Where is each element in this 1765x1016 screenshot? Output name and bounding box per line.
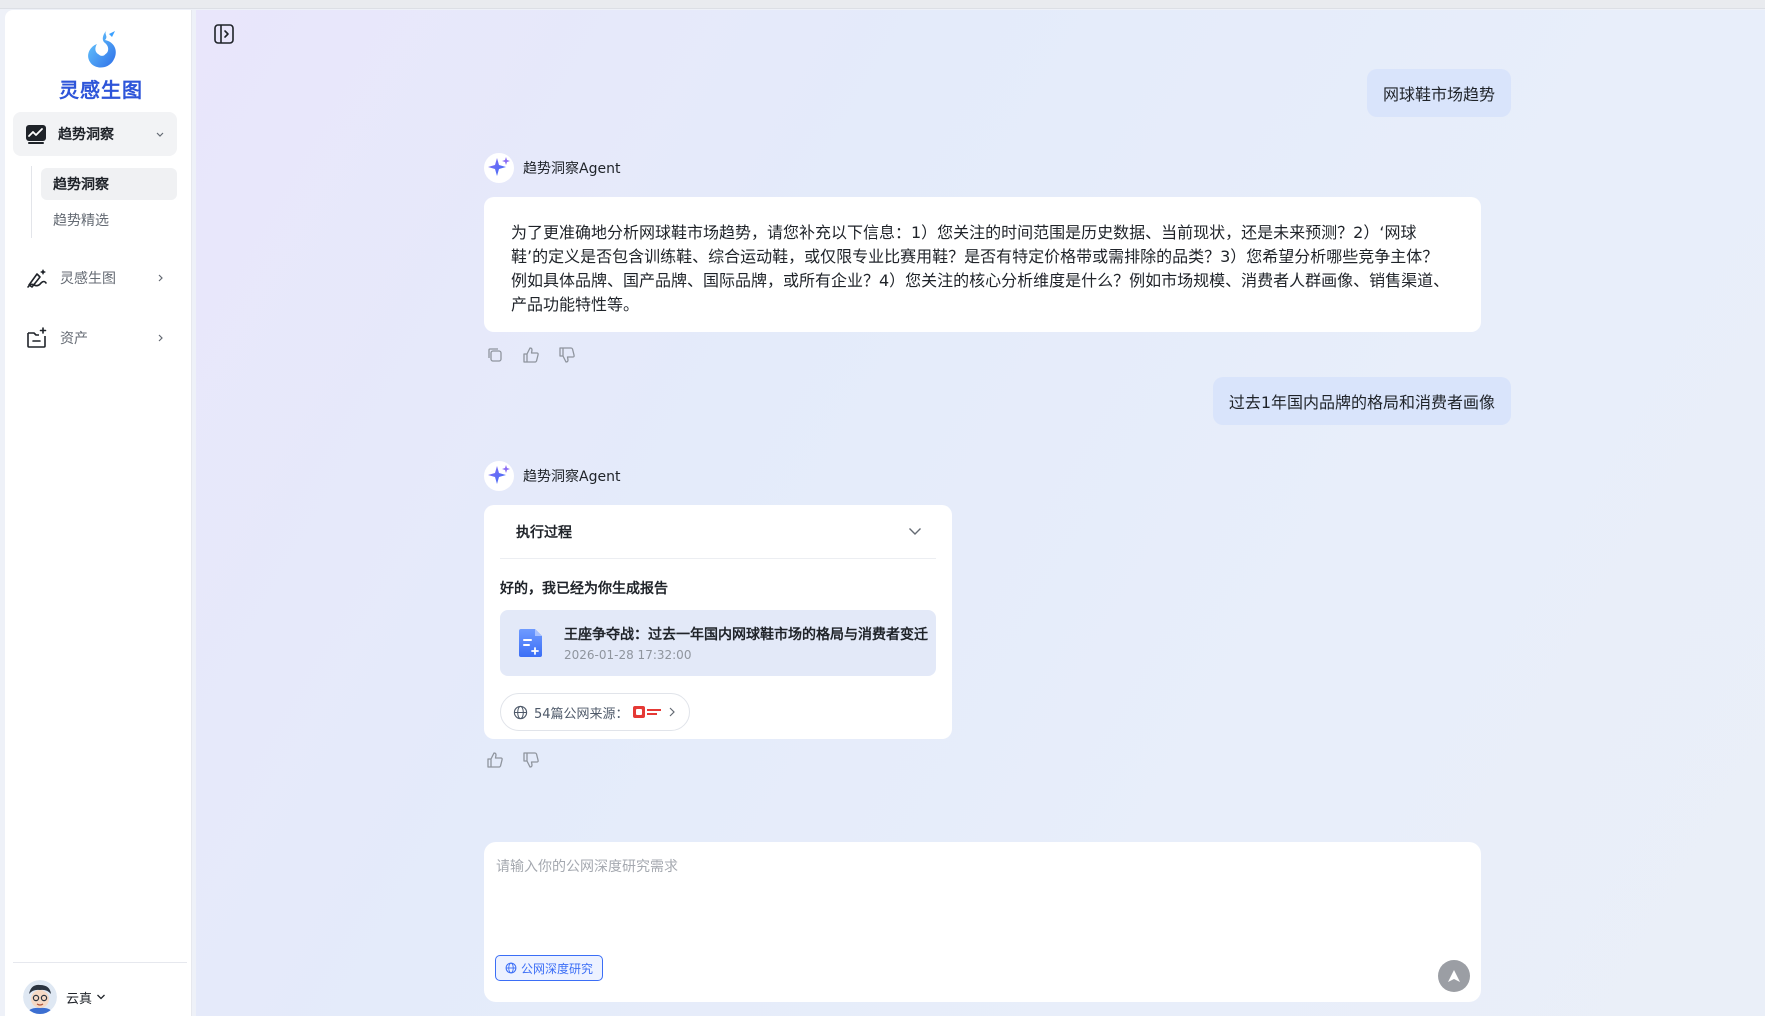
web-research-mode-chip[interactable]: 公网深度研究 — [495, 955, 604, 981]
web-sources-button[interactable]: 54篇公网来源： — [500, 693, 690, 731]
report-document-card[interactable]: 王座争夺战：过去一年国内网球鞋市场的格局与消费者变迁 2026-01-28 17… — [500, 610, 936, 676]
sidebar-item-inspiration[interactable]: 灵感生图 — [13, 258, 177, 298]
message-actions — [486, 346, 594, 364]
execution-process-label: 执行过程 — [516, 524, 572, 541]
thumbs-down-icon[interactable] — [522, 751, 540, 769]
magic-pen-icon — [27, 269, 47, 288]
chevron-down-icon — [156, 132, 164, 137]
send-arrow-icon — [1448, 970, 1460, 982]
logo-text: 灵感生图 — [59, 78, 143, 102]
chevron-right-icon — [669, 707, 675, 717]
agent-avatar — [484, 461, 514, 491]
agent-header: 趋势洞察Agent — [484, 461, 620, 491]
prompt-input[interactable] — [496, 856, 1456, 926]
chevron-right-icon — [158, 334, 163, 342]
agent-header: 趋势洞察Agent — [484, 153, 620, 183]
sparkle-icon — [488, 465, 510, 484]
user-message: 过去1年国内品牌的格局和消费者画像 — [1212, 377, 1511, 425]
sidebar-divider — [13, 962, 187, 963]
document-icon — [519, 629, 542, 657]
chevron-right-icon — [158, 274, 163, 282]
logo-flame-icon — [88, 30, 116, 68]
sparkle-icon — [488, 157, 510, 176]
thumbs-up-icon[interactable] — [522, 346, 540, 364]
report-title: 王座争夺战：过去一年国内网球鞋市场的格局与消费者变迁 — [564, 627, 928, 643]
agent-reply-text: 为了更准确地分析网球鞋市场趋势，请您补充以下信息：1）您关注的时间范围是历史数据… — [484, 197, 1481, 332]
trend-chart-icon — [26, 125, 46, 144]
sidebar-subitem-trend-picks[interactable]: 趋势精选 — [41, 204, 177, 236]
folder-asset-icon — [27, 327, 47, 348]
agent-name: 趋势洞察Agent — [523, 469, 621, 485]
chevron-down-icon — [909, 528, 921, 535]
sidebar-group-label: 趋势洞察 — [58, 127, 114, 143]
report-card: 执行过程 好的，我已经为你生成报告 王座争夺战：过去一年国内网球鞋市场的格局与消… — [484, 505, 952, 739]
sidebar-group-trend-insight[interactable]: 趋势洞察 — [13, 112, 177, 156]
submenu-line — [31, 166, 32, 238]
avatar — [23, 980, 57, 1014]
send-button[interactable] — [1438, 960, 1470, 992]
sidebar-toggle-icon[interactable] — [212, 22, 236, 46]
report-date: 2026-01-28 17:32:00 — [564, 648, 692, 662]
window-top-bar — [0, 0, 1765, 9]
sidebar-item-label: 灵感生图 — [60, 271, 116, 287]
message-actions — [486, 751, 558, 769]
globe-icon — [505, 962, 517, 974]
copy-icon[interactable] — [486, 346, 504, 364]
web-sources-label: 54篇公网来源： — [534, 706, 629, 722]
chevron-down-icon — [97, 994, 105, 1000]
sidebar-item-label: 资产 — [60, 331, 88, 347]
report-done-text: 好的，我已经为你生成报告 — [500, 581, 668, 597]
source-logo-icon — [632, 706, 661, 718]
thumbs-up-icon[interactable] — [486, 751, 504, 769]
user-menu[interactable]: 云真 — [23, 980, 106, 1014]
user-message: 网球鞋市场趋势 — [1366, 69, 1511, 117]
thumbs-down-icon[interactable] — [558, 346, 576, 364]
agent-avatar — [484, 153, 514, 183]
chat-area: 网球鞋市场趋势 趋势洞察Agent 为了更准确地分析网球鞋市场趋势，请您补充以下… — [196, 10, 1765, 1016]
sidebar: 灵感生图 趋势洞察 趋势洞察 趋势精选 灵感生图 资产 云真 — [5, 10, 192, 1016]
globe-icon — [513, 705, 528, 719]
sidebar-subitem-trend-insight[interactable]: 趋势洞察 — [41, 168, 177, 200]
execution-process-toggle[interactable]: 执行过程 — [500, 505, 936, 559]
app-logo[interactable]: 灵感生图 — [55, 22, 147, 102]
agent-name: 趋势洞察Agent — [523, 161, 621, 177]
sidebar-item-assets[interactable]: 资产 — [13, 318, 177, 358]
mode-chip-label: 公网深度研究 — [521, 961, 594, 976]
message-composer: 公网深度研究 — [484, 842, 1481, 1002]
username: 云真 — [66, 991, 93, 1007]
